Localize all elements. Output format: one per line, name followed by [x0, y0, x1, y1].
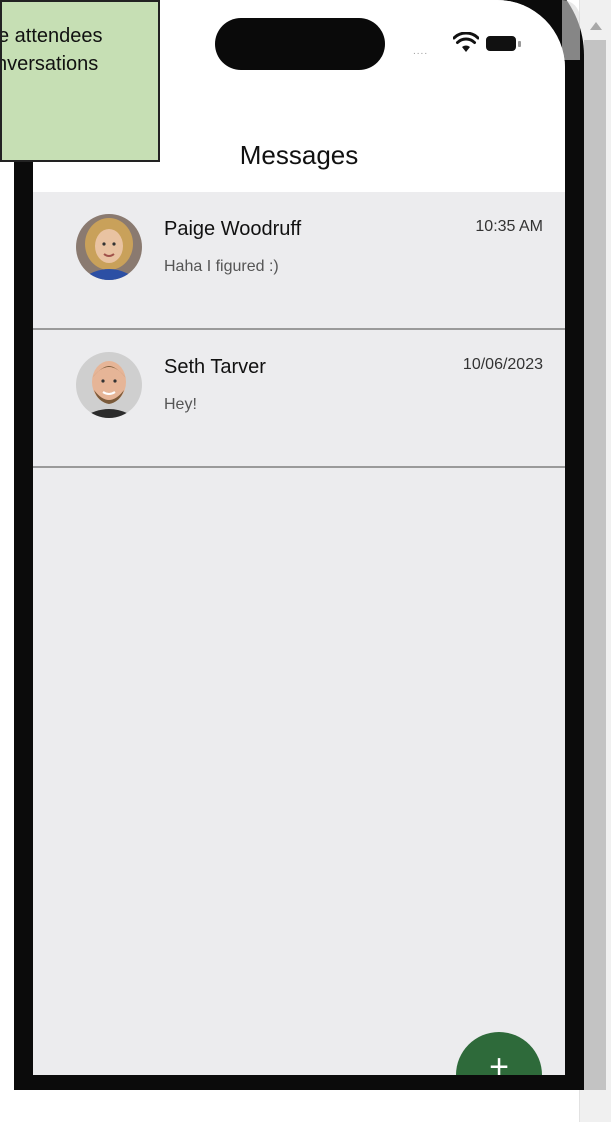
new-message-button[interactable]: +: [456, 1032, 542, 1075]
avatar: [76, 352, 142, 418]
avatar: [76, 214, 142, 280]
contact-name: Seth Tarver: [164, 356, 266, 378]
status-bar: ....: [413, 32, 533, 57]
battery-cap: [518, 41, 521, 47]
dynamic-island: [215, 18, 385, 70]
message-timestamp: 10:35 AM: [475, 218, 543, 235]
conversation-row[interactable]: Paige Woodruff Haha I figured :) 10:35 A…: [33, 192, 565, 330]
wifi-icon: [453, 32, 479, 52]
message-preview: Hey!: [164, 396, 197, 413]
message-preview: Haha I figured :): [164, 258, 279, 275]
conversation-row[interactable]: Seth Tarver Hey! 10/06/2023: [33, 330, 565, 468]
signal-icon: ....: [413, 46, 429, 57]
scroll-up-arrow-icon[interactable]: [590, 22, 602, 30]
plus-icon: +: [489, 1048, 509, 1075]
conversation-list: Paige Woodruff Haha I figured :) 10:35 A…: [33, 192, 565, 468]
contact-name: Paige Woodruff: [164, 218, 302, 240]
avatar-paige-icon: [76, 214, 142, 280]
scroll-thumb[interactable]: [584, 40, 606, 1090]
callout-text-line-2: nversations: [0, 53, 99, 75]
battery-icon: [486, 36, 516, 51]
message-timestamp: 10/06/2023: [462, 356, 543, 373]
annotation-callout: e attendees nversations: [0, 0, 160, 162]
callout-text-line-1: e attendees: [0, 25, 103, 47]
avatar-seth-icon: [76, 352, 142, 418]
